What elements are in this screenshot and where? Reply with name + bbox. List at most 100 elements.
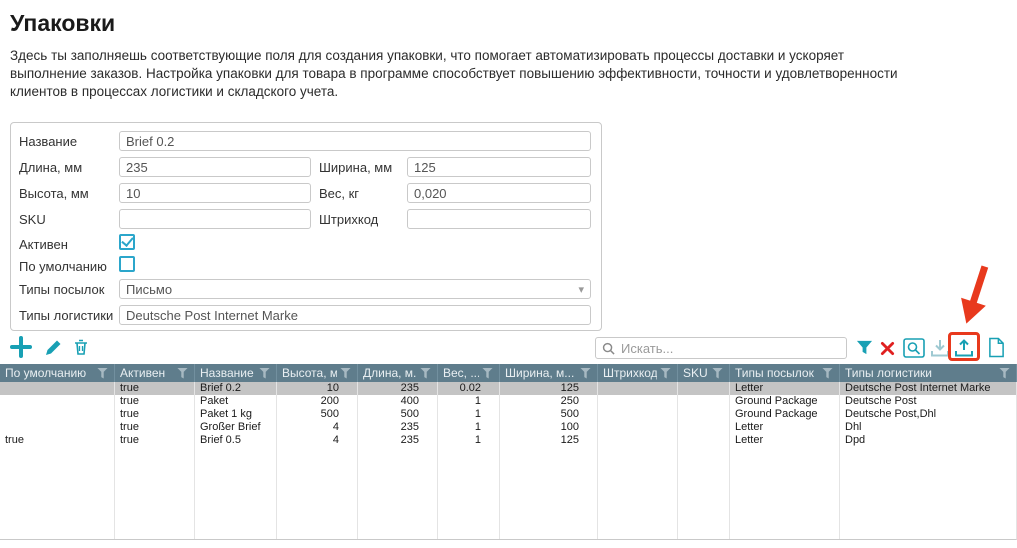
add-button[interactable]: [10, 336, 32, 358]
column-header-label: Штрихкод: [603, 366, 657, 380]
table-cell: Deutsche Post: [840, 395, 1017, 408]
sku-input[interactable]: [119, 209, 311, 229]
table-row[interactable]: truePaket2004001250Ground PackageDeutsch…: [0, 395, 1016, 408]
table-cell: Brief 0.5: [195, 434, 277, 447]
table-cell: [678, 434, 730, 447]
table-cell: 4: [277, 434, 358, 447]
table-cell: [0, 382, 115, 395]
table-row[interactable]: truetrueBrief 0.542351125LetterDpd: [0, 434, 1016, 447]
name-label: Название: [19, 134, 77, 149]
download-icon: [930, 345, 950, 362]
trash-icon: [72, 343, 90, 360]
barcode-input[interactable]: [407, 209, 591, 229]
filter-funnel-icon[interactable]: [580, 368, 591, 379]
weight-input[interactable]: [407, 183, 591, 203]
delete-button[interactable]: [72, 338, 90, 356]
table-cell: 125: [500, 434, 598, 447]
column-header[interactable]: Ширина, м...: [500, 364, 598, 382]
table-cell: [598, 382, 678, 395]
logistic-types-input[interactable]: [119, 305, 591, 325]
column-header-label: Название: [200, 366, 254, 380]
length-input[interactable]: [119, 157, 311, 177]
active-checkbox[interactable]: [119, 234, 135, 250]
table-cell: Dpd: [840, 434, 1017, 447]
column-header-label: Высота, м...: [282, 366, 337, 380]
filter-funnel-icon[interactable]: [712, 368, 723, 379]
table-cell: 235: [358, 434, 438, 447]
sku-label: SKU: [19, 212, 46, 227]
column-header-label: По умолчанию: [5, 366, 86, 380]
table-row[interactable]: truePaket 1 kg5005001500Ground PackageDe…: [0, 408, 1016, 421]
column-header[interactable]: Название: [195, 364, 277, 382]
empty-cell: [358, 447, 438, 540]
table-cell: 500: [277, 408, 358, 421]
column-header[interactable]: Активен: [115, 364, 195, 382]
table-row[interactable]: trueGroßer Brief42351100LetterDhl: [0, 421, 1016, 434]
table-cell: 500: [358, 408, 438, 421]
column-header-label: Ширина, м...: [505, 366, 574, 380]
table-row[interactable]: trueBrief 0.2102350.02125LetterDeutsche …: [0, 382, 1016, 395]
filter-funnel-icon[interactable]: [482, 368, 493, 379]
download-button[interactable]: [930, 338, 950, 358]
table-cell: 1: [438, 421, 500, 434]
column-header-label: Активен: [120, 366, 165, 380]
filter-funnel-icon[interactable]: [660, 368, 671, 379]
default-checkbox[interactable]: [119, 256, 135, 272]
height-input[interactable]: [119, 183, 311, 203]
filter-funnel-icon[interactable]: [822, 368, 833, 379]
column-header[interactable]: Типы логистики: [840, 364, 1017, 382]
grid-body: trueBrief 0.2102350.02125LetterDeutsche …: [0, 382, 1017, 540]
filter-funnel-icon[interactable]: [999, 368, 1010, 379]
table-cell: 250: [500, 395, 598, 408]
height-label: Высота, мм: [19, 186, 89, 201]
upload-icon: [954, 345, 974, 362]
weight-label: Вес, кг: [319, 186, 359, 201]
table-cell: Ground Package: [730, 408, 840, 421]
table-cell: 100: [500, 421, 598, 434]
column-header[interactable]: По умолчанию: [0, 364, 115, 382]
column-header-label: SKU: [683, 366, 708, 380]
empty-cell: [0, 447, 115, 540]
export-file-button[interactable]: [988, 337, 1005, 358]
table-cell: true: [115, 382, 195, 395]
column-header[interactable]: Вес, ...: [438, 364, 500, 382]
annotation-arrow: [945, 262, 1005, 339]
table-cell: true: [115, 434, 195, 447]
edit-button[interactable]: [44, 339, 62, 357]
table-cell: 1: [438, 408, 500, 421]
column-header[interactable]: Высота, м...: [277, 364, 358, 382]
filter-funnel-icon[interactable]: [420, 368, 431, 379]
table-cell: Letter: [730, 421, 840, 434]
table-cell: Dhl: [840, 421, 1017, 434]
filter-button[interactable]: [856, 339, 873, 356]
column-header[interactable]: SKU: [678, 364, 730, 382]
name-input[interactable]: [119, 131, 591, 151]
column-header[interactable]: Типы посылок: [730, 364, 840, 382]
search-input[interactable]: [621, 341, 840, 356]
filter-funnel-icon[interactable]: [177, 368, 188, 379]
column-header[interactable]: Длина, м...: [358, 364, 438, 382]
width-label: Ширина, мм: [319, 160, 392, 175]
filter-funnel-icon[interactable]: [340, 368, 351, 379]
table-cell: Ground Package: [730, 395, 840, 408]
clear-filter-button[interactable]: [880, 341, 895, 356]
table-cell: 125: [500, 382, 598, 395]
active-label: Активен: [19, 237, 68, 252]
table-cell: 10: [277, 382, 358, 395]
table-search-button[interactable]: [903, 338, 925, 358]
export-file-icon: [988, 345, 1005, 362]
empty-cell: [277, 447, 358, 540]
plus-icon: [10, 345, 32, 362]
table-cell: 0.02: [438, 382, 500, 395]
table-cell: 1: [438, 395, 500, 408]
filter-funnel-icon[interactable]: [259, 368, 270, 379]
parcel-types-select[interactable]: Письмо ▾: [119, 279, 591, 299]
upload-button[interactable]: [954, 338, 974, 358]
table-cell: [678, 382, 730, 395]
table-cell: 235: [358, 382, 438, 395]
barcode-label: Штрихкод: [319, 212, 378, 227]
table-cell: 235: [358, 421, 438, 434]
column-header[interactable]: Штрихкод: [598, 364, 678, 382]
width-input[interactable]: [407, 157, 591, 177]
filter-funnel-icon[interactable]: [97, 368, 108, 379]
